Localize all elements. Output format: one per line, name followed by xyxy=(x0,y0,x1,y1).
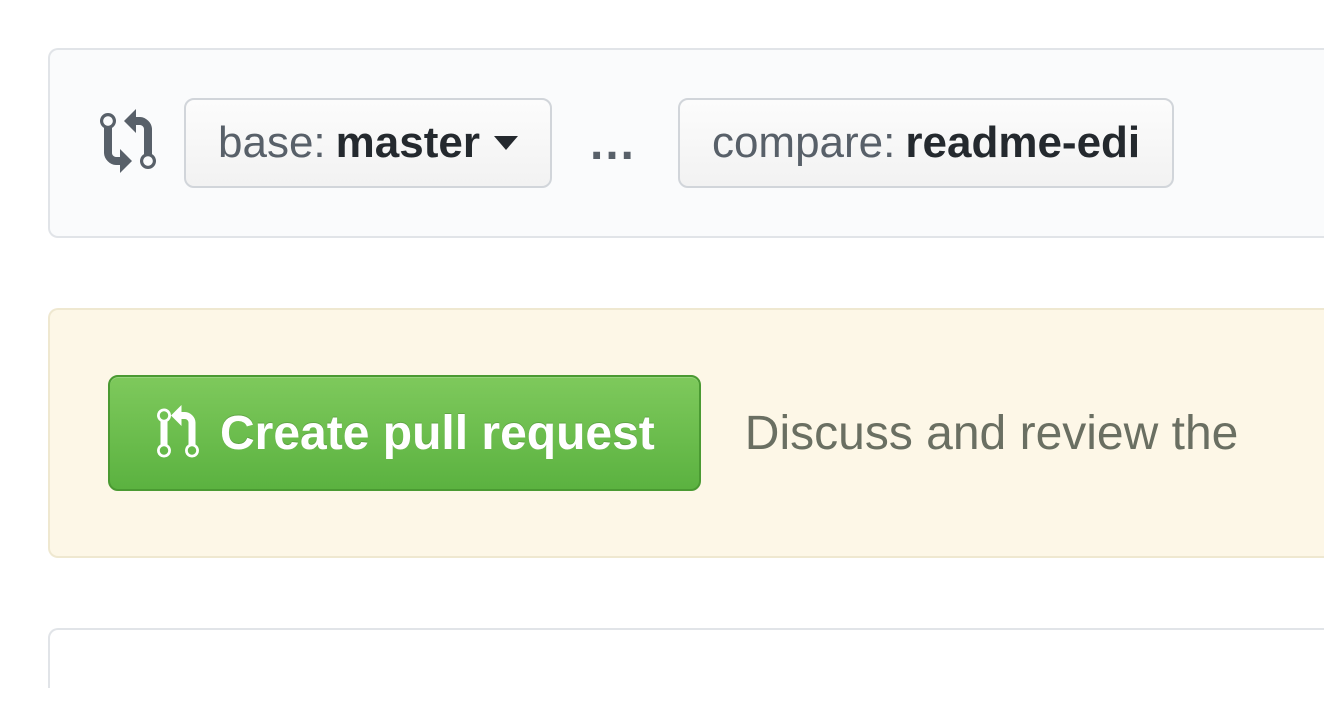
git-compare-icon xyxy=(100,109,156,178)
create-pr-button-label: Create pull request xyxy=(220,406,655,461)
base-branch-select[interactable]: base: master xyxy=(184,98,552,188)
compare-branches-bar: base: master … compare: readme-edi xyxy=(48,48,1324,238)
caret-down-icon xyxy=(494,136,518,150)
base-branch-value: master xyxy=(336,118,480,168)
create-pr-banner: Create pull request Discuss and review t… xyxy=(48,308,1324,558)
git-pull-request-icon xyxy=(154,405,202,461)
banner-description: Discuss and review the xyxy=(745,406,1239,461)
create-pull-request-button[interactable]: Create pull request xyxy=(108,375,701,491)
content-panel xyxy=(48,628,1324,688)
compare-branch-select[interactable]: compare: readme-edi xyxy=(678,98,1174,188)
compare-branch-label: compare: xyxy=(712,118,895,168)
compare-branch-value: readme-edi xyxy=(905,118,1140,168)
base-branch-label: base: xyxy=(218,118,326,168)
compare-separator: … xyxy=(580,116,646,171)
